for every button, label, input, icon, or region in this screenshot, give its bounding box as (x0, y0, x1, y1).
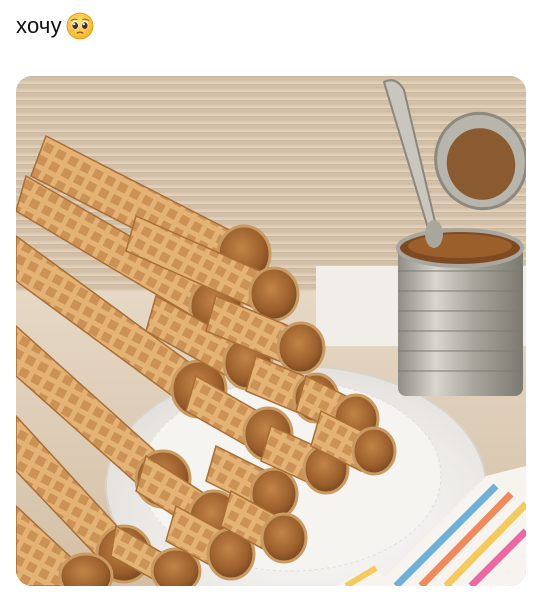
post-header: хочу (16, 8, 94, 44)
condensed-milk-can (382, 79, 526, 396)
pleading-face-emoji-icon (66, 12, 94, 40)
wafer-rolls-photo (16, 76, 526, 586)
post-text: хочу (16, 13, 62, 38)
post-photo[interactable] (16, 76, 526, 586)
